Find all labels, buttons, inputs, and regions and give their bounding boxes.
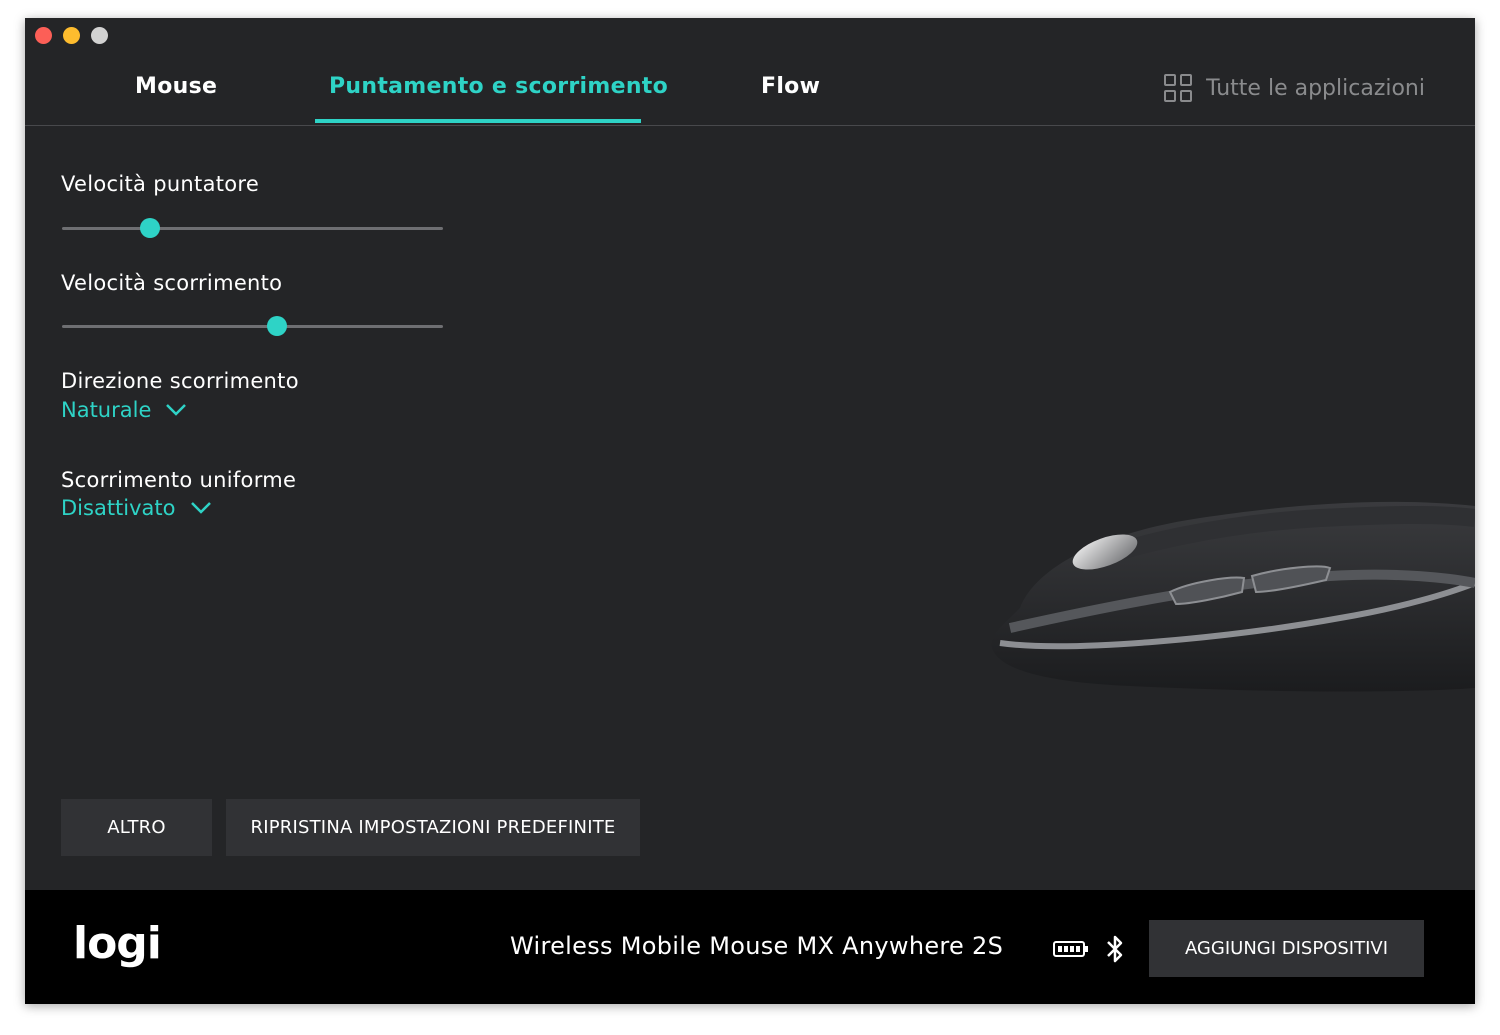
- smooth-scrolling-label: Scorrimento uniforme: [61, 468, 297, 492]
- pointer-speed-slider[interactable]: [62, 218, 443, 238]
- scroll-direction-label: Direzione scorrimento: [61, 369, 299, 393]
- restore-defaults-button[interactable]: RIPRISTINA IMPOSTAZIONI PREDEFINITE: [226, 799, 640, 856]
- chevron-down-icon: [166, 404, 187, 416]
- device-name: Wireless Mobile Mouse MX Anywhere 2S: [510, 932, 1004, 960]
- all-applications-label: Tutte le applicazioni: [1206, 75, 1425, 101]
- smooth-scrolling-dropdown[interactable]: Disattivato: [61, 496, 212, 520]
- scroll-direction-value: Naturale: [61, 398, 152, 422]
- footer-bar: logi Wireless Mobile Mouse MX Anywhere 2…: [25, 890, 1475, 1004]
- battery-icon: [1053, 941, 1088, 957]
- mouse-illustration: [991, 501, 1475, 692]
- tab-pointing-scrolling[interactable]: Puntamento e scorrimento: [329, 74, 668, 99]
- all-applications-button[interactable]: Tutte le applicazioni: [1164, 74, 1425, 102]
- pointer-speed-label: Velocità puntatore: [61, 172, 260, 196]
- bluetooth-icon: [1107, 935, 1123, 963]
- grid-icon: [1164, 74, 1193, 102]
- active-tab-indicator: [315, 119, 641, 123]
- scroll-direction-dropdown[interactable]: Naturale: [61, 398, 187, 422]
- tab-bar: Mouse Puntamento e scorrimento Flow Tutt…: [25, 18, 1475, 126]
- chevron-down-icon: [190, 502, 211, 514]
- more-button[interactable]: ALTRO: [61, 799, 212, 856]
- scroll-speed-slider[interactable]: [62, 316, 443, 336]
- tab-flow[interactable]: Flow: [761, 74, 820, 99]
- app-window: Mouse Puntamento e scorrimento Flow Tutt…: [25, 18, 1475, 1004]
- pointer-speed-slider-handle[interactable]: [139, 218, 160, 238]
- smooth-scrolling-value: Disattivato: [61, 496, 176, 520]
- scroll-speed-slider-handle[interactable]: [267, 316, 288, 336]
- tab-mouse[interactable]: Mouse: [135, 74, 217, 99]
- logi-logo: logi: [73, 918, 162, 969]
- add-devices-button[interactable]: AGGIUNGI DISPOSITIVI: [1149, 920, 1424, 977]
- scroll-speed-label: Velocità scorrimento: [61, 271, 283, 295]
